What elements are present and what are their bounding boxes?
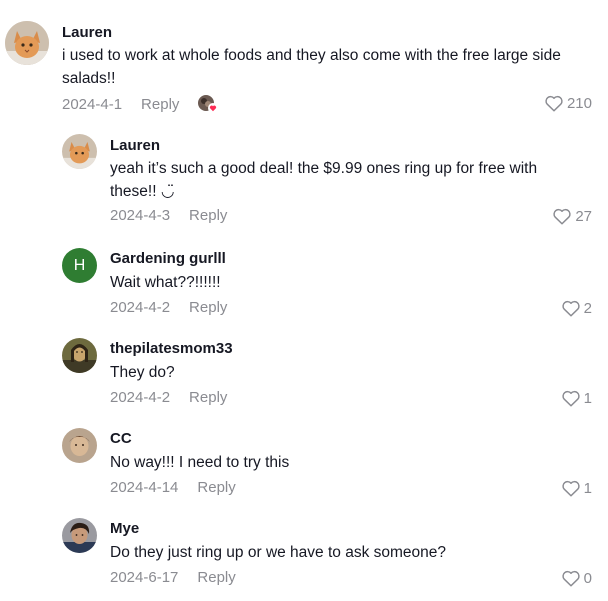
- comment-date: 2024-4-14: [110, 479, 179, 496]
- avatar[interactable]: H: [62, 248, 97, 283]
- comment-date: 2024-4-2: [110, 299, 171, 316]
- comment-text: Wait what??!!!!!!: [110, 274, 221, 291]
- comment-username[interactable]: Lauren: [62, 24, 112, 41]
- like-count: 210: [566, 94, 592, 112]
- like-count: 0: [583, 569, 592, 587]
- heart-outline-icon: [562, 570, 580, 587]
- heart-outline-icon: [562, 300, 580, 317]
- comment-date: 2024-4-2: [110, 389, 171, 406]
- reply-button[interactable]: Reply: [197, 569, 235, 586]
- comment-text: They do?: [110, 364, 175, 381]
- cat-avatar-image: [5, 21, 49, 65]
- like-button[interactable]: 210: [544, 94, 592, 112]
- avatar[interactable]: [62, 338, 97, 373]
- heart-outline-icon: [562, 480, 580, 497]
- heart-outline-icon: [545, 95, 563, 112]
- avatar-letter: H: [73, 256, 86, 274]
- like-count: 1: [583, 389, 592, 407]
- comment-text: i used to work at whole foods and they a…: [62, 47, 561, 87]
- like-count: 1: [583, 479, 592, 497]
- comment-date: 2024-4-1: [62, 95, 123, 113]
- reply-button[interactable]: Reply: [189, 389, 227, 406]
- reply-item: H Gardening gurlll Wait what??!!!!!! 202…: [0, 232, 608, 322]
- comment-date: 2024-6-17: [110, 569, 179, 586]
- comment-date: 2024-4-3: [110, 207, 171, 224]
- reply-button[interactable]: Reply: [189, 207, 227, 224]
- comment-username[interactable]: Gardening gurlll: [110, 250, 226, 267]
- cat-avatar-image: [62, 134, 97, 169]
- like-button[interactable]: 1: [561, 389, 592, 407]
- heart-outline-icon: [562, 390, 580, 407]
- comment-username[interactable]: Lauren: [110, 137, 160, 154]
- comment-item: Lauren i used to work at whole foods and…: [0, 0, 608, 120]
- comment-text: Do they just ring up or we have to ask s…: [110, 544, 447, 561]
- like-button[interactable]: 0: [561, 569, 592, 587]
- comment-text: No way!!! I need to try this: [110, 454, 290, 471]
- reply-button[interactable]: Reply: [141, 96, 179, 113]
- reply-button[interactable]: Reply: [189, 299, 227, 316]
- photo-avatar-image: [62, 518, 97, 553]
- reply-item: thepilatesmom33 They do? 2024-4-2 Reply …: [0, 322, 608, 412]
- like-button[interactable]: 2: [561, 299, 592, 317]
- reply-item: CC No way!!! I need to try this 2024-4-1…: [0, 412, 608, 502]
- like-button[interactable]: 27: [552, 207, 592, 225]
- portrait-avatar-image: [62, 338, 97, 373]
- comment-meta: 2024-6-17 Reply: [110, 569, 236, 586]
- creator-liked-badge-icon: [197, 94, 219, 114]
- comment-username[interactable]: thepilatesmom33: [110, 340, 233, 357]
- photo-avatar-image: [62, 428, 97, 463]
- avatar[interactable]: [62, 518, 97, 553]
- like-count: 2: [583, 299, 592, 317]
- like-count: 27: [575, 207, 592, 225]
- avatar[interactable]: [62, 134, 97, 169]
- comment-meta: 2024-4-3 Reply: [110, 207, 227, 224]
- heart-outline-icon: [553, 208, 571, 225]
- comment-username[interactable]: CC: [110, 430, 132, 447]
- comment-meta: 2024-4-2 Reply: [110, 299, 227, 316]
- comment-meta: 2024-4-14 Reply: [110, 479, 236, 496]
- comment-username[interactable]: Mye: [110, 520, 139, 537]
- avatar[interactable]: [62, 428, 97, 463]
- reply-item: Mye Do they just ring up or we have to a…: [0, 502, 608, 601]
- comment-text: yeah it’s such a good deal! the $9.99 on…: [110, 160, 538, 200]
- comment-meta: 2024-4-2 Reply: [110, 389, 227, 406]
- avatar[interactable]: [5, 21, 49, 65]
- comment-meta: 2024-4-1 Reply: [62, 94, 219, 114]
- like-button[interactable]: 1: [561, 479, 592, 497]
- reply-item: Lauren yeah it’s such a good deal! the $…: [0, 120, 608, 232]
- reply-button[interactable]: Reply: [197, 479, 235, 496]
